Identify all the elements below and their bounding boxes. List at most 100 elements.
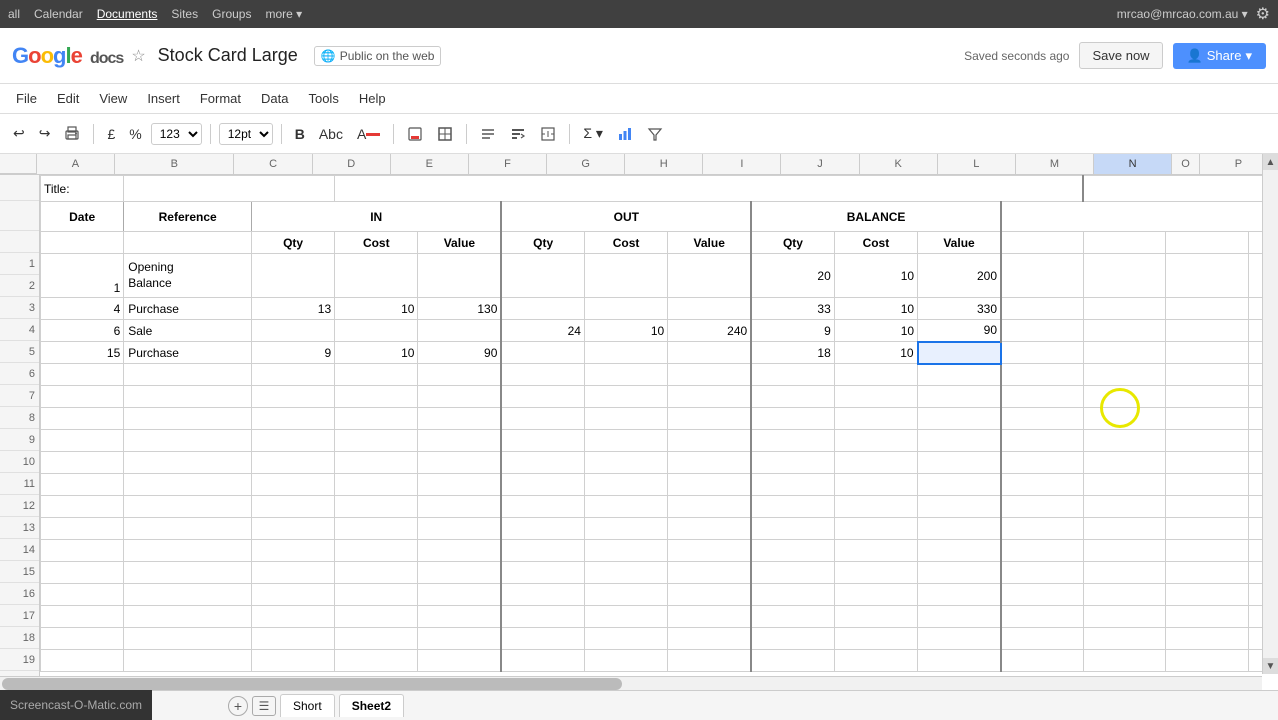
row-num-6[interactable]: 6: [0, 363, 39, 385]
col-header-C[interactable]: C: [234, 154, 312, 174]
cell-bal-val-ob[interactable]: 200: [918, 254, 1001, 298]
col-header-M[interactable]: M: [1016, 154, 1094, 174]
cell-bal-val-p1[interactable]: 330: [918, 298, 1001, 320]
doc-title[interactable]: Stock Card Large: [158, 45, 298, 66]
row-num-19[interactable]: 19: [0, 649, 39, 671]
e2c2[interactable]: [124, 386, 252, 408]
nav-calendar[interactable]: Calendar: [34, 7, 83, 21]
scroll-track[interactable]: [1263, 170, 1278, 658]
print-button[interactable]: [59, 123, 85, 145]
e2c11[interactable]: [918, 386, 1001, 408]
cell-out-val-ob[interactable]: [668, 254, 751, 298]
col-header-B[interactable]: B: [115, 154, 234, 174]
cell-bal-cost-p1[interactable]: 10: [834, 298, 917, 320]
col-header-I[interactable]: I: [703, 154, 781, 174]
row-num-17[interactable]: 17: [0, 605, 39, 627]
cell-bal-qty-s1[interactable]: 9: [751, 320, 834, 342]
cell-in-qty-ob[interactable]: [252, 254, 335, 298]
cell-out-cost-s1[interactable]: 10: [584, 320, 667, 342]
add-sheet-button[interactable]: +: [228, 696, 248, 716]
share-button[interactable]: 👤 Share ▾: [1173, 43, 1266, 69]
e2c9[interactable]: [751, 386, 834, 408]
cell-date-ob[interactable]: 1: [41, 254, 124, 298]
cell-bal-qty-ob[interactable]: 20: [751, 254, 834, 298]
cell-out-qty-p1[interactable]: [501, 298, 584, 320]
cell-out-cost-p2[interactable]: [584, 342, 667, 364]
menu-data[interactable]: Data: [253, 88, 296, 109]
row-num-12[interactable]: 12: [0, 495, 39, 517]
col-header-A[interactable]: A: [37, 154, 115, 174]
e1c6[interactable]: [501, 364, 584, 386]
e1c11[interactable]: [918, 364, 1001, 386]
row-num-11[interactable]: 11: [0, 473, 39, 495]
title-value-cell[interactable]: [124, 176, 335, 202]
row-num-8[interactable]: 8: [0, 407, 39, 429]
scroll-up-arrow[interactable]: ▲: [1263, 154, 1278, 170]
e2c7[interactable]: [584, 386, 667, 408]
row-num-16[interactable]: 16: [0, 583, 39, 605]
user-email[interactable]: mrcao@mrcao.com.au ▾: [1117, 7, 1248, 21]
cell-bal-qty-p2[interactable]: 18: [751, 342, 834, 364]
row-num-7[interactable]: 7: [0, 385, 39, 407]
cell-bal-qty-p1[interactable]: 33: [751, 298, 834, 320]
text-color-button[interactable]: A: [352, 123, 385, 145]
cell-out-cost-ob[interactable]: [584, 254, 667, 298]
row-num-5[interactable]: 5: [0, 341, 39, 363]
e1c9[interactable]: [751, 364, 834, 386]
bold-button[interactable]: B: [290, 123, 310, 145]
row-num-4[interactable]: 4: [0, 319, 39, 341]
font-abc-button[interactable]: Abc: [314, 123, 348, 145]
e2c3[interactable]: [252, 386, 335, 408]
cell-bal-val-s1[interactable]: 90: [918, 320, 1001, 342]
star-icon[interactable]: ☆: [131, 46, 145, 66]
menu-tools[interactable]: Tools: [300, 88, 346, 109]
sheet-tab-short[interactable]: Short: [280, 694, 335, 717]
cell-out-qty-p2[interactable]: [501, 342, 584, 364]
cell-bal-cost-s1[interactable]: 10: [834, 320, 917, 342]
cell-in-cost-ob[interactable]: [335, 254, 418, 298]
col-header-D[interactable]: D: [313, 154, 391, 174]
filter-button[interactable]: [642, 123, 668, 145]
percent-button[interactable]: %: [124, 123, 146, 145]
cell-in-cost-s1[interactable]: [335, 320, 418, 342]
hscroll-thumb[interactable]: [2, 678, 622, 690]
menu-view[interactable]: View: [91, 88, 135, 109]
row-num-14[interactable]: 14: [0, 539, 39, 561]
row-num-10[interactable]: 10: [0, 451, 39, 473]
cell-bg-button[interactable]: [402, 123, 428, 145]
sheet-tab-sheet2[interactable]: Sheet2: [339, 694, 404, 717]
cell-out-val-p1[interactable]: [668, 298, 751, 320]
cell-in-val-p2[interactable]: 90: [418, 342, 501, 364]
scroll-down-arrow[interactable]: ▼: [1263, 658, 1278, 674]
col-header-K[interactable]: K: [860, 154, 938, 174]
cell-in-cost-p2[interactable]: 10: [335, 342, 418, 364]
cell-in-val-s1[interactable]: [418, 320, 501, 342]
e1c2[interactable]: [124, 364, 252, 386]
cell-in-qty-p1[interactable]: 13: [252, 298, 335, 320]
cell-ref-p1[interactable]: Purchase: [124, 298, 252, 320]
wrap-text-button[interactable]: [505, 123, 531, 145]
align-button[interactable]: [475, 123, 501, 145]
e1c7[interactable]: [584, 364, 667, 386]
menu-edit[interactable]: Edit: [49, 88, 87, 109]
cell-date-p1[interactable]: 4: [41, 298, 124, 320]
menu-insert[interactable]: Insert: [139, 88, 188, 109]
row-num-13[interactable]: 13: [0, 517, 39, 539]
e2c5[interactable]: [418, 386, 501, 408]
menu-help[interactable]: Help: [351, 88, 394, 109]
e1c5[interactable]: [418, 364, 501, 386]
e2c6[interactable]: [501, 386, 584, 408]
row-num-2[interactable]: 2: [0, 275, 39, 297]
e1c4[interactable]: [335, 364, 418, 386]
cell-out-qty-ob[interactable]: [501, 254, 584, 298]
menu-file[interactable]: File: [8, 88, 45, 109]
title-label-cell[interactable]: Title:: [41, 176, 124, 202]
col-header-G[interactable]: G: [547, 154, 625, 174]
col-header-E[interactable]: E: [391, 154, 469, 174]
save-now-button[interactable]: Save now: [1079, 42, 1162, 69]
chart-button[interactable]: [612, 123, 638, 145]
cell-ref-s1[interactable]: Sale: [124, 320, 252, 342]
col-header-N[interactable]: N: [1094, 154, 1172, 174]
cell-out-val-p2[interactable]: [668, 342, 751, 364]
vertical-scrollbar[interactable]: ▲ ▼: [1262, 154, 1278, 674]
